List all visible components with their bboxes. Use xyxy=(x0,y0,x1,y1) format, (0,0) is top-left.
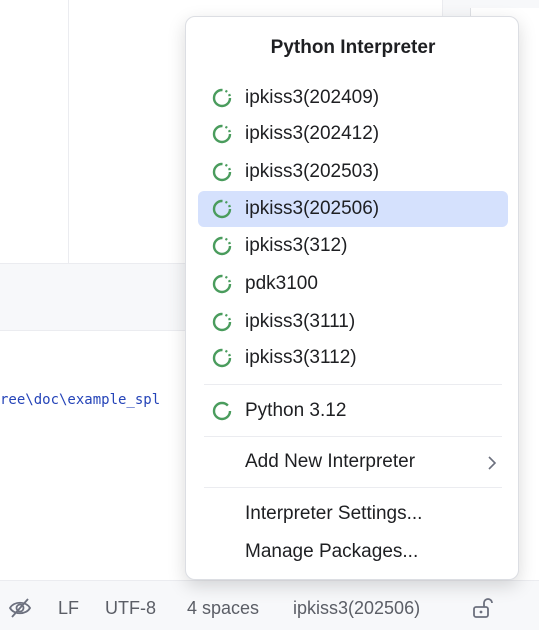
chevron-right-icon xyxy=(488,456,497,470)
interpreter-label: ipkiss3(202503) xyxy=(245,161,380,182)
interpreter-widget[interactable]: ipkiss3(202506) xyxy=(293,597,420,619)
interpreter-label: ipkiss3(202409) xyxy=(245,87,380,108)
unlock-icon[interactable] xyxy=(470,596,494,620)
encoding-widget[interactable]: UTF-8 xyxy=(105,597,156,619)
popup-title: Python Interpreter xyxy=(270,37,436,58)
interpreter-settings-item[interactable]: Interpreter Settings... xyxy=(198,497,508,531)
conda-env-ring-icon xyxy=(212,124,232,144)
interpreter-item[interactable]: ipkiss3(3112) xyxy=(198,340,508,376)
line-separator-widget[interactable]: LF xyxy=(58,597,79,619)
interpreter-item[interactable]: ipkiss3(202503) xyxy=(198,154,508,190)
console-path-text: ree\doc\example_spl xyxy=(0,392,161,408)
menu-separator xyxy=(204,487,502,488)
conda-env-ring-icon xyxy=(212,236,232,256)
conda-env-ring-icon xyxy=(212,348,232,368)
conda-env-ring-icon xyxy=(212,199,232,219)
manage-packages-label: Manage Packages... xyxy=(245,541,419,562)
interpreter-popup: Python Interpreter ipkiss3(202409) ipkis… xyxy=(185,16,519,580)
conda-env-ring-icon xyxy=(212,312,232,332)
system-interpreter-item[interactable]: Python 3.12 xyxy=(198,393,508,429)
interpreter-item[interactable]: ipkiss3(202409) xyxy=(198,80,508,116)
menu-separator xyxy=(204,384,502,385)
interpreter-item[interactable]: ipkiss3(3111) xyxy=(198,304,508,340)
interpreter-settings-label: Interpreter Settings... xyxy=(245,503,423,524)
interpreter-label: pdk3100 xyxy=(245,273,318,294)
status-bar: LF UTF-8 4 spaces ipkiss3(202506) xyxy=(0,580,539,630)
python-ring-icon xyxy=(212,401,232,421)
interpreter-label: ipkiss3(312) xyxy=(245,235,348,256)
interpreter-label: ipkiss3(202506) xyxy=(245,198,380,219)
ide-window: ree\doc\example_spl LF UTF-8 4 spaces ip… xyxy=(0,0,539,630)
interpreter-label: ipkiss3(3111) xyxy=(245,311,356,332)
interpreter-item-selected[interactable]: ipkiss3(202506) xyxy=(198,191,508,227)
interpreter-item[interactable]: ipkiss3(312) xyxy=(198,228,508,264)
add-new-interpreter-label: Add New Interpreter xyxy=(245,451,416,472)
interpreter-label: ipkiss3(3112) xyxy=(245,347,357,368)
conda-env-ring-icon xyxy=(212,88,232,108)
menu-separator xyxy=(204,436,502,437)
eye-slash-icon[interactable] xyxy=(8,597,32,619)
interpreter-label: ipkiss3(202412) xyxy=(245,123,380,144)
add-new-interpreter-item[interactable]: Add New Interpreter xyxy=(198,445,508,479)
interpreter-label: Python 3.12 xyxy=(245,400,347,421)
editor-gutter-line xyxy=(68,0,69,263)
interpreter-item[interactable]: pdk3100 xyxy=(198,266,508,302)
manage-packages-item[interactable]: Manage Packages... xyxy=(198,535,508,569)
conda-env-ring-icon xyxy=(212,274,232,294)
conda-env-ring-icon xyxy=(212,162,232,182)
indent-widget[interactable]: 4 spaces xyxy=(187,597,259,619)
interpreter-item[interactable]: ipkiss3(202412) xyxy=(198,116,508,152)
